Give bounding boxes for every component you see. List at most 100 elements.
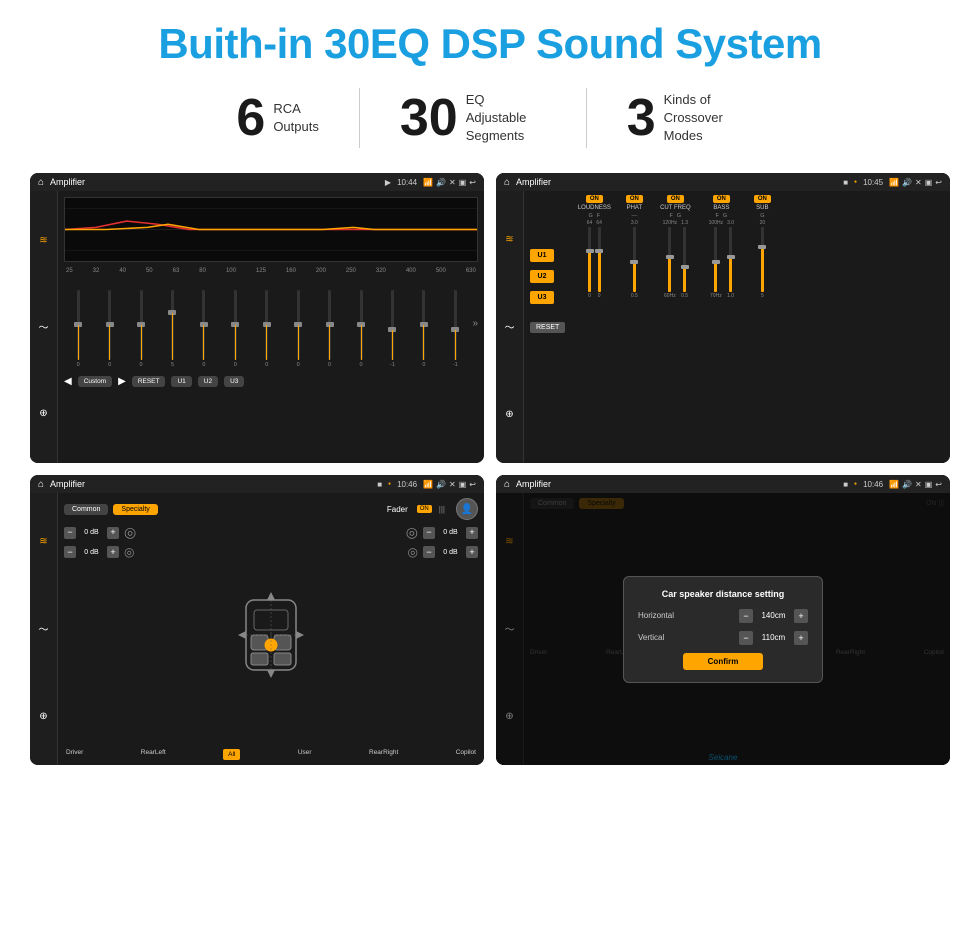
stat-crossover-number: 3 (627, 92, 656, 144)
minus-btn-3[interactable]: − (423, 527, 435, 539)
on-badge-cutfreq: ON (667, 195, 684, 203)
all-btn[interactable]: All (223, 749, 240, 760)
screen-fader-inner: ⌂ Amplifier ■ ● 10:46 📶 🔊 ✕ ▣ ↩ ≋ (30, 475, 484, 765)
db-val-4: 0 dB (438, 549, 463, 556)
back-icon-dialog: ↩ (935, 480, 942, 489)
minus-btn-2[interactable]: − (64, 546, 76, 558)
eq-slider-13: -1 (441, 290, 469, 368)
horizontal-minus-btn[interactable]: − (739, 609, 753, 623)
fader-icon-1[interactable]: ≋ (39, 536, 47, 547)
sliders-phat: 3.0 0.5 (631, 219, 638, 299)
db-row-1: − 0 dB + ◎ (64, 524, 144, 541)
label-phat: PHAT (627, 205, 643, 211)
amp-sidebar: ≋ 〜 ⊕ (496, 191, 524, 463)
stat-rca: 6 RCAOutputs (196, 92, 358, 144)
home-icon-dialog[interactable]: ⌂ (504, 479, 510, 490)
status-icons-eq: 📶 🔊 ✕ ▣ ↩ (423, 178, 476, 187)
amp-icon-2[interactable]: 〜 (505, 319, 515, 334)
u1-btn-eq[interactable]: U1 (171, 376, 191, 387)
eq-slider-6: 0 (221, 290, 249, 368)
screen-dialog-inner: ⌂ Amplifier ■ ● 10:46 📶 🔊 ✕ ▣ ↩ (496, 475, 950, 765)
eq-bottom-bar: ◀ Custom ▶ RESET U1 U2 U3 (64, 376, 478, 387)
screens-grid: Amplifier ▶ 10:44 📶 🔊 ✕ ▣ ↩ ≋ 〜 (30, 173, 950, 765)
vertical-minus-btn[interactable]: − (739, 631, 753, 645)
eq-icon-2[interactable]: 〜 (35, 318, 53, 336)
home-icon-amp[interactable] (504, 177, 510, 188)
u1-btn-amp[interactable]: U1 (530, 249, 554, 262)
amp-icon-1[interactable]: ≋ (505, 234, 513, 245)
home-icon-fader[interactable]: ⌂ (38, 479, 44, 490)
vertical-label: Vertical (638, 633, 664, 642)
eq-slider-3: 0 (127, 290, 155, 368)
settings-icon-fader: ■ (377, 480, 382, 489)
on-badge-bass: ON (713, 195, 730, 203)
v-slider-cf1: 120Hz 60Hz (663, 220, 677, 299)
minus-btn-4[interactable]: − (423, 546, 435, 558)
x-icon-dialog: ✕ (915, 480, 922, 489)
plus-btn-3[interactable]: + (466, 527, 478, 539)
eq-sidebar: ≋ 〜 ⊕ (30, 191, 58, 463)
reset-btn-eq[interactable]: RESET (132, 376, 166, 387)
module-cutfreq: ON CUT FREQ FG 120Hz 60Hz (655, 195, 695, 459)
u2-btn-eq[interactable]: U2 (198, 376, 218, 387)
speaker-icon-1: ◎ (124, 524, 136, 541)
common-tab[interactable]: Common (64, 504, 108, 515)
dialog-horizontal-row: Horizontal − 140cm + (638, 609, 808, 623)
v-slider-l1: 64 0 (587, 220, 593, 299)
back-icon-fader: ↩ (469, 480, 476, 489)
dialog-overlay: Car speaker distance setting Horizontal … (496, 493, 950, 765)
dot-icon-amp: ● (854, 179, 857, 185)
fader-icon-3[interactable]: ⊕ (39, 711, 47, 722)
vertical-plus-btn[interactable]: + (794, 631, 808, 645)
eq-icon-3[interactable]: ⊕ (35, 405, 53, 423)
custom-btn[interactable]: Custom (78, 376, 112, 387)
amp-icon-3[interactable]: ⊕ (505, 409, 513, 420)
plus-btn-2[interactable]: + (107, 546, 119, 558)
signal-icon-dialog: 📶 (889, 480, 899, 489)
fader-sidebar: ≋ 〜 ⊕ (30, 493, 58, 765)
main-title: Buith-in 30EQ DSP Sound System (30, 20, 950, 68)
eq-slider-11: -1 (378, 290, 406, 368)
v-slider-b1: 100Hz 70Hz (709, 220, 723, 299)
horizontal-plus-btn[interactable]: + (794, 609, 808, 623)
driver-label: Driver (66, 749, 83, 760)
minus-btn-1[interactable]: − (64, 527, 76, 539)
eq-content: ≋ 〜 ⊕ (30, 191, 484, 463)
u3-btn-amp[interactable]: U3 (530, 291, 554, 304)
specialty-tab[interactable]: Specialty (113, 504, 157, 515)
plus-btn-4[interactable]: + (466, 546, 478, 558)
expand-icon[interactable]: » (472, 318, 478, 329)
fader-icon-2[interactable]: 〜 (39, 621, 49, 636)
label-loudness: LOUDNESS (578, 205, 611, 211)
next-icon[interactable]: ▶ (118, 376, 126, 387)
stat-rca-label: RCAOutputs (273, 100, 319, 136)
fader-avatar[interactable]: 👤 (456, 498, 478, 520)
fader-content-area: − 0 dB + ◎ − 0 dB + ◎ (64, 524, 478, 745)
vol-icon-dialog: 🔊 (902, 480, 912, 489)
u2-btn-amp[interactable]: U2 (530, 270, 554, 283)
db-row-3: ◎ − 0 dB + (406, 524, 478, 541)
dialog-title: Car speaker distance setting (638, 589, 808, 599)
fader-top-bar: Common Specialty Fader ON ||| 👤 (64, 498, 478, 520)
amp-content: ≋ 〜 ⊕ U1 U2 U3 (496, 191, 950, 463)
u3-btn-eq[interactable]: U3 (224, 376, 244, 387)
confirm-button[interactable]: Confirm (683, 653, 763, 670)
user-label: User (298, 749, 312, 760)
v-slider-cf2: 1.3 0.5 (681, 220, 688, 299)
prev-icon[interactable]: ◀ (64, 376, 72, 387)
play-icon-eq: ▶ (385, 178, 391, 187)
time-dialog: 10:46 (863, 480, 883, 489)
fader-label: Fader (387, 505, 408, 514)
on-badge-loudness: ON (586, 195, 603, 203)
dot-icon-fader: ● (388, 481, 391, 487)
db-row-4: ◎ − 0 dB + (408, 545, 478, 559)
reset-btn-amp[interactable]: RESET (530, 322, 565, 333)
sq-icon-eq: ▣ (459, 178, 467, 187)
plus-btn-1[interactable]: + (107, 527, 119, 539)
eq-icon-1[interactable]: ≋ (35, 231, 53, 249)
sliders-sub: 20 5 (760, 219, 766, 299)
label-cutfreq: CUT FREQ (660, 205, 691, 211)
home-icon-eq[interactable] (38, 177, 44, 188)
vertical-control: − 110cm + (739, 631, 808, 645)
fader-right-col: ◎ − 0 dB + ◎ − 0 dB + (398, 524, 478, 745)
